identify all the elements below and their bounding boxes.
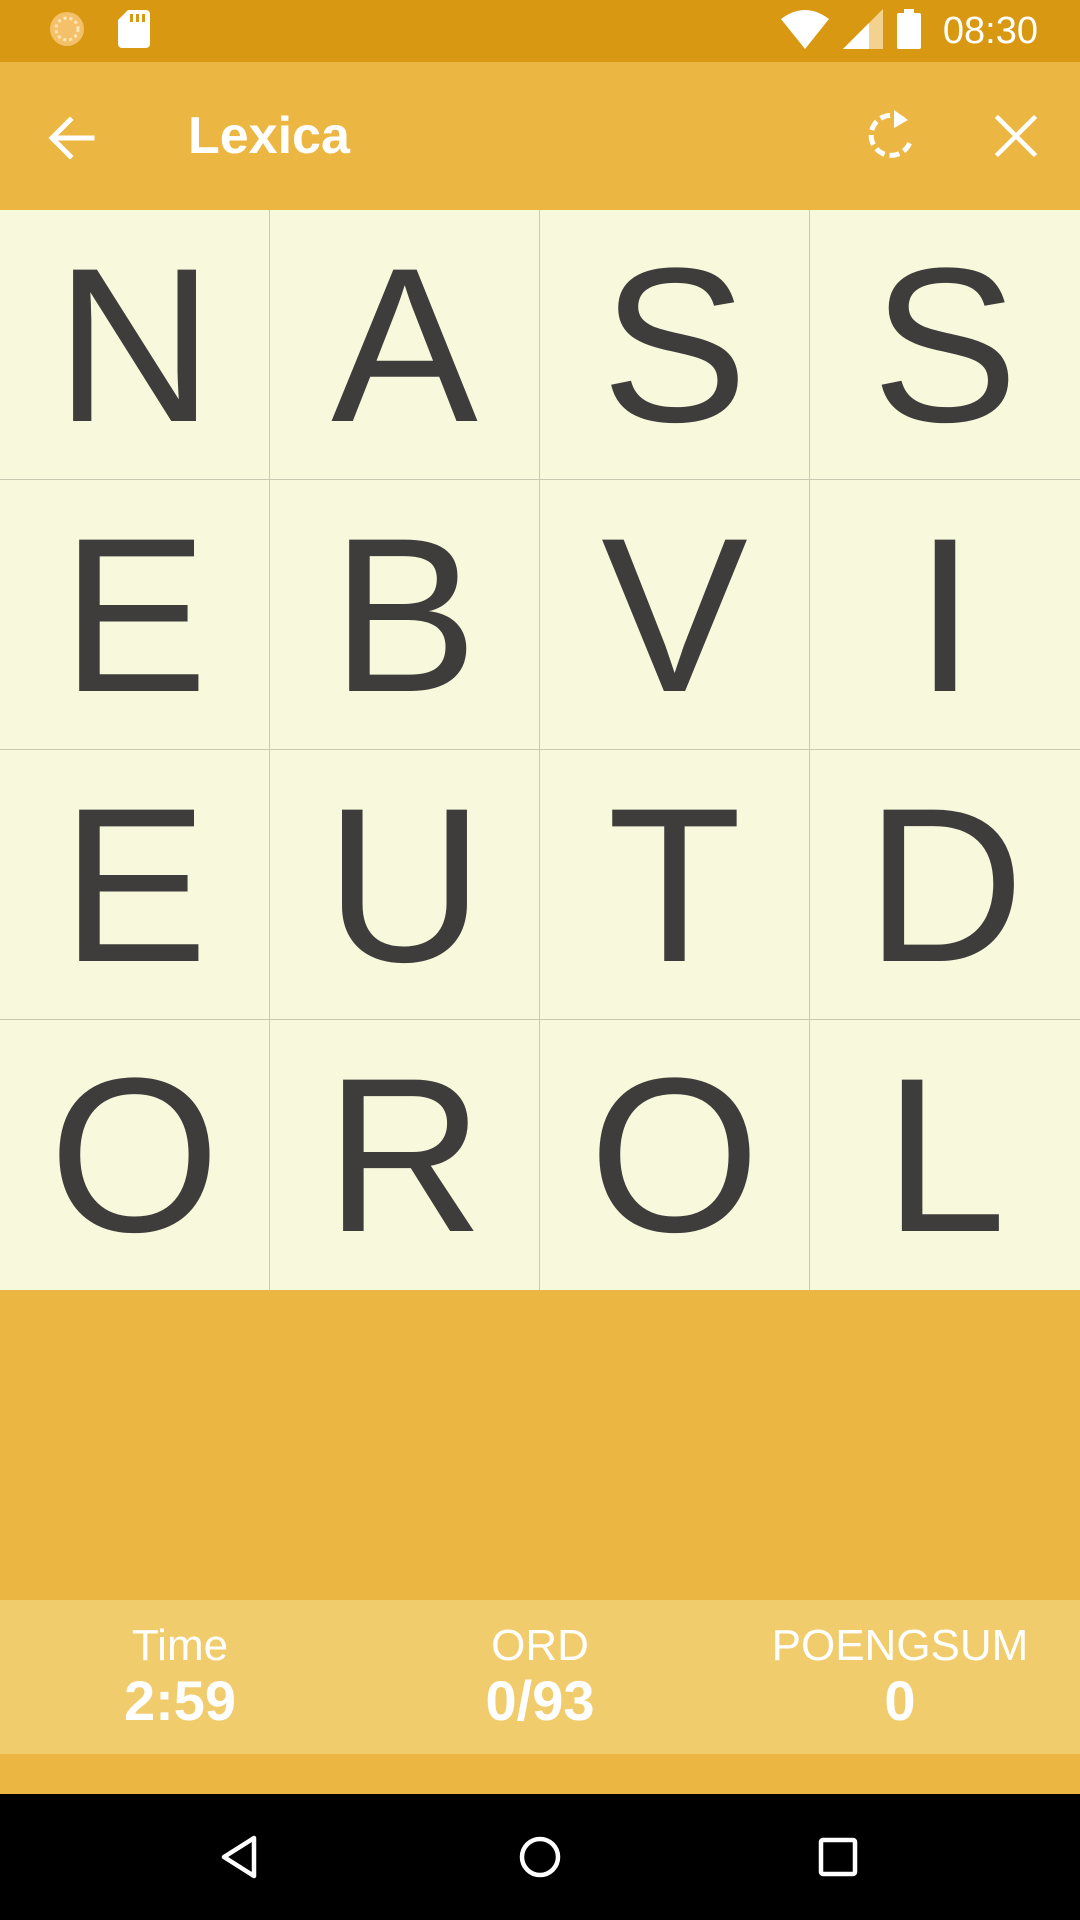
letter-board: N A S S E B V I E U T D O R O L <box>0 210 1080 1290</box>
sd-card-icon <box>118 9 150 53</box>
words-stat: ORD 0/93 <box>390 1622 690 1732</box>
close-icon[interactable] <box>988 108 1044 164</box>
sync-icon <box>48 10 86 53</box>
time-value: 2:59 <box>123 1669 237 1732</box>
battery-icon <box>896 8 921 54</box>
tile-r3-c2[interactable]: O <box>540 1020 810 1290</box>
tile-r2-c0[interactable]: E <box>0 750 270 1020</box>
tile-r0-c1[interactable]: A <box>270 210 540 480</box>
tile-r1-c3[interactable]: I <box>810 480 1080 750</box>
back-triangle-icon[interactable] <box>214 1830 268 1884</box>
home-circle-icon[interactable] <box>513 1830 567 1884</box>
app-title: Lexica <box>188 107 350 165</box>
status-bar: 08:30 <box>0 0 1080 62</box>
tile-r3-c3[interactable]: L <box>810 1020 1080 1290</box>
back-arrow-icon[interactable] <box>44 110 100 166</box>
tile-r1-c2[interactable]: V <box>540 480 810 750</box>
system-nav-bar <box>0 1794 1080 1920</box>
score-stat: POENGSUM 0 <box>750 1622 1050 1732</box>
time-stat: Time 2:59 <box>30 1622 330 1732</box>
wifi-icon <box>780 9 829 54</box>
score-value: 0 <box>884 1669 916 1732</box>
words-label: ORD <box>491 1621 589 1670</box>
app-bar: Lexica <box>0 62 1080 210</box>
tile-r0-c0[interactable]: N <box>0 210 270 480</box>
tile-r3-c0[interactable]: O <box>0 1020 270 1290</box>
tile-r0-c2[interactable]: S <box>540 210 810 480</box>
tile-r0-c3[interactable]: S <box>810 210 1080 480</box>
signal-icon <box>842 8 883 54</box>
time-label: Time <box>131 1621 229 1670</box>
score-panel: Time 2:59 ORD 0/93 POENGSUM 0 <box>0 1600 1080 1754</box>
tile-r2-c3[interactable]: D <box>810 750 1080 1020</box>
refresh-icon[interactable] <box>862 106 922 166</box>
score-label: POENGSUM <box>771 1621 1029 1670</box>
tile-r1-c0[interactable]: E <box>0 480 270 750</box>
tile-r2-c1[interactable]: U <box>270 750 540 1020</box>
tile-r3-c1[interactable]: R <box>270 1020 540 1290</box>
tile-r1-c1[interactable]: B <box>270 480 540 750</box>
status-clock: 08:30 <box>942 9 1038 52</box>
words-value: 0/93 <box>485 1669 595 1732</box>
tile-r2-c2[interactable]: T <box>540 750 810 1020</box>
recents-square-icon[interactable] <box>811 1830 865 1884</box>
